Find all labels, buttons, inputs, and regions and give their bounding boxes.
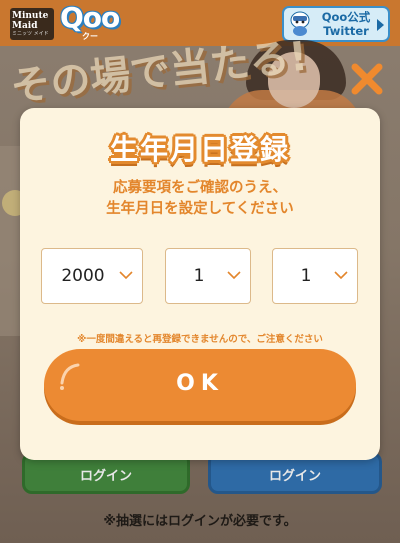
brand-line2: Maid (12, 21, 38, 31)
instruction-line1: 応募要項をご確認のうえ、 (113, 180, 287, 196)
modal-instruction: 応募要項をご確認のうえ、 生年月日を設定してください (20, 178, 380, 220)
brand-line3: ミニッツ メイド (12, 31, 49, 37)
minute-maid-logo[interactable]: Minute Maid ミニッツ メイド (10, 8, 54, 40)
instruction-line2: 生年月日を設定してください (106, 201, 294, 217)
ok-button-label: OK (176, 371, 224, 396)
chevron-down-icon (334, 271, 348, 280)
arrow-right-icon (377, 19, 384, 31)
chevron-down-icon (119, 271, 133, 280)
login-left-label: ログイン (79, 469, 132, 484)
header-bar: Minute Maid ミニッツ メイド Qoo クー Qoo公式 Twitte… (0, 0, 400, 46)
twitter-button-label: Qoo公式 Twitter (314, 10, 378, 38)
twitter-label-line1: Qoo公式 (321, 10, 371, 24)
birthdate-modal: 生年月日登録 応募要項をご確認のうえ、 生年月日を設定してください 2000 1… (20, 108, 380, 460)
close-x-icon[interactable] (346, 58, 388, 100)
twitter-label-line2: Twitter (323, 24, 369, 38)
year-select[interactable]: 2000 (41, 248, 143, 304)
login-right-label: ログイン (268, 469, 321, 484)
month-select[interactable]: 1 (165, 248, 251, 304)
day-select[interactable]: 1 (272, 248, 358, 304)
qoo-kana: クー (82, 32, 98, 41)
modal-title: 生年月日登録 (109, 133, 290, 166)
registration-warning: ※一度間違えると再登録できませんので、ご注意ください (77, 334, 323, 345)
brand-line1: Minute (12, 11, 49, 21)
login-required-notice: ※抽選にはログインが必要です。 (103, 514, 297, 529)
chevron-down-icon (227, 271, 241, 280)
ok-button[interactable]: OK (44, 349, 356, 421)
qoo-logo[interactable]: Qoo (60, 4, 120, 32)
